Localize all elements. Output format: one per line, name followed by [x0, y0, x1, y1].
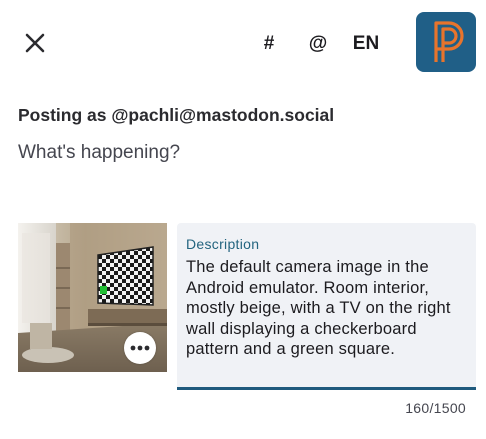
close-button[interactable] [20, 28, 50, 58]
account-avatar[interactable] [416, 12, 476, 72]
posting-as-label: Posting as @pachli@mastodon.social [18, 105, 335, 125]
more-horizontal-icon [130, 345, 150, 351]
character-count: 160/1500 [405, 400, 466, 416]
description-field[interactable]: Description The default camera image in … [177, 223, 476, 390]
attachment-options-button[interactable] [124, 332, 156, 364]
pachli-logo-icon [434, 21, 464, 62]
close-icon [25, 33, 45, 53]
compose-text-input[interactable] [18, 140, 468, 166]
description-label: Description [186, 236, 260, 252]
hashtag-button[interactable]: # [258, 30, 280, 58]
description-text[interactable]: The default camera image in the Android … [186, 257, 470, 360]
top-toolbar: # @ EN [0, 0, 486, 84]
mention-button[interactable]: @ [306, 30, 330, 58]
language-button[interactable]: EN [350, 30, 382, 58]
